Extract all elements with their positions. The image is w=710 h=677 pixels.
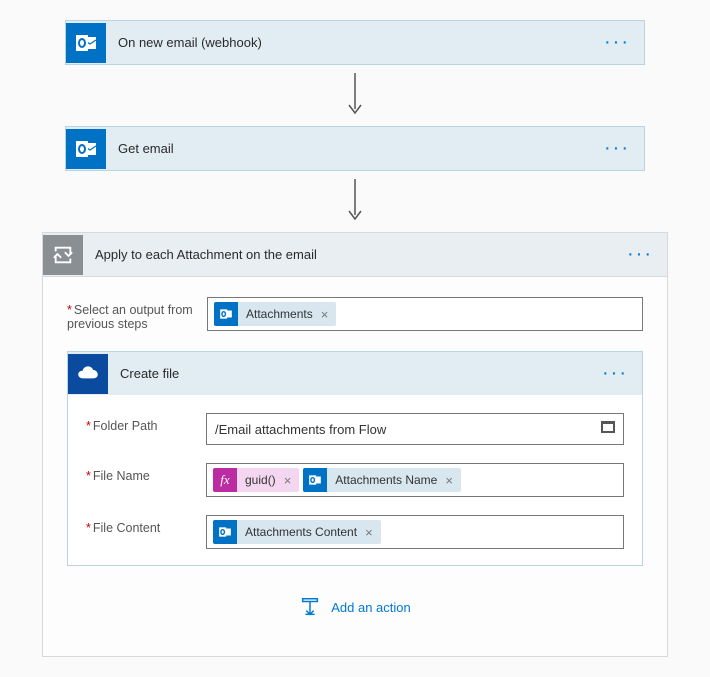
attachments-content-token[interactable]: Attachments Content × (213, 520, 381, 544)
create-file-menu[interactable]: ··· (588, 352, 642, 395)
add-action-label: Add an action (331, 600, 411, 615)
apply-to-each-step: Apply to each Attachment on the email ··… (42, 232, 668, 657)
create-file-header[interactable]: Create file ··· (68, 352, 642, 395)
guid-expression-token[interactable]: fx guid() × (213, 468, 299, 492)
apply-to-each-header[interactable]: Apply to each Attachment on the email ··… (43, 233, 667, 277)
get-email-step-title: Get email (106, 141, 590, 156)
loop-icon (43, 235, 83, 275)
outlook-icon (303, 468, 327, 492)
file-name-label: *File Name (86, 463, 206, 483)
loop-input-field[interactable]: Attachments × (207, 297, 643, 331)
onedrive-icon (68, 354, 108, 394)
folder-picker-icon[interactable] (601, 421, 615, 433)
attachments-name-token[interactable]: Attachments Name × (303, 468, 461, 492)
folder-path-label: *Folder Path (86, 413, 206, 433)
outlook-icon (213, 520, 237, 544)
remove-token-icon[interactable]: × (282, 473, 300, 488)
remove-token-icon[interactable]: × (319, 307, 337, 322)
outlook-icon (214, 302, 238, 326)
get-email-step[interactable]: Get email ··· (65, 126, 645, 171)
get-email-step-menu[interactable]: ··· (590, 127, 644, 170)
apply-to-each-title: Apply to each Attachment on the email (83, 247, 613, 262)
connector-arrow (343, 71, 367, 120)
loop-input-label: *Select an output from previous steps (67, 297, 207, 331)
attachments-token[interactable]: Attachments × (214, 302, 336, 326)
fx-icon: fx (213, 468, 237, 492)
remove-token-icon[interactable]: × (443, 473, 461, 488)
create-file-title: Create file (108, 366, 588, 381)
trigger-step-title: On new email (webhook) (106, 35, 590, 50)
add-action-icon (299, 596, 321, 618)
file-content-input[interactable]: Attachments Content × (206, 515, 624, 549)
folder-path-input[interactable]: /Email attachments from Flow (206, 413, 624, 445)
create-file-step: Create file ··· *Folder Path /Email atta… (67, 351, 643, 566)
outlook-icon (66, 129, 106, 169)
trigger-step-menu[interactable]: ··· (590, 21, 644, 64)
file-name-input[interactable]: fx guid() × Attachments Name × (206, 463, 624, 497)
trigger-step[interactable]: On new email (webhook) ··· (65, 20, 645, 65)
outlook-icon (66, 23, 106, 63)
apply-to-each-menu[interactable]: ··· (613, 233, 667, 276)
file-content-label: *File Content (86, 515, 206, 535)
add-action-button[interactable]: Add an action (67, 566, 643, 628)
connector-arrow (343, 177, 367, 226)
remove-token-icon[interactable]: × (363, 525, 381, 540)
